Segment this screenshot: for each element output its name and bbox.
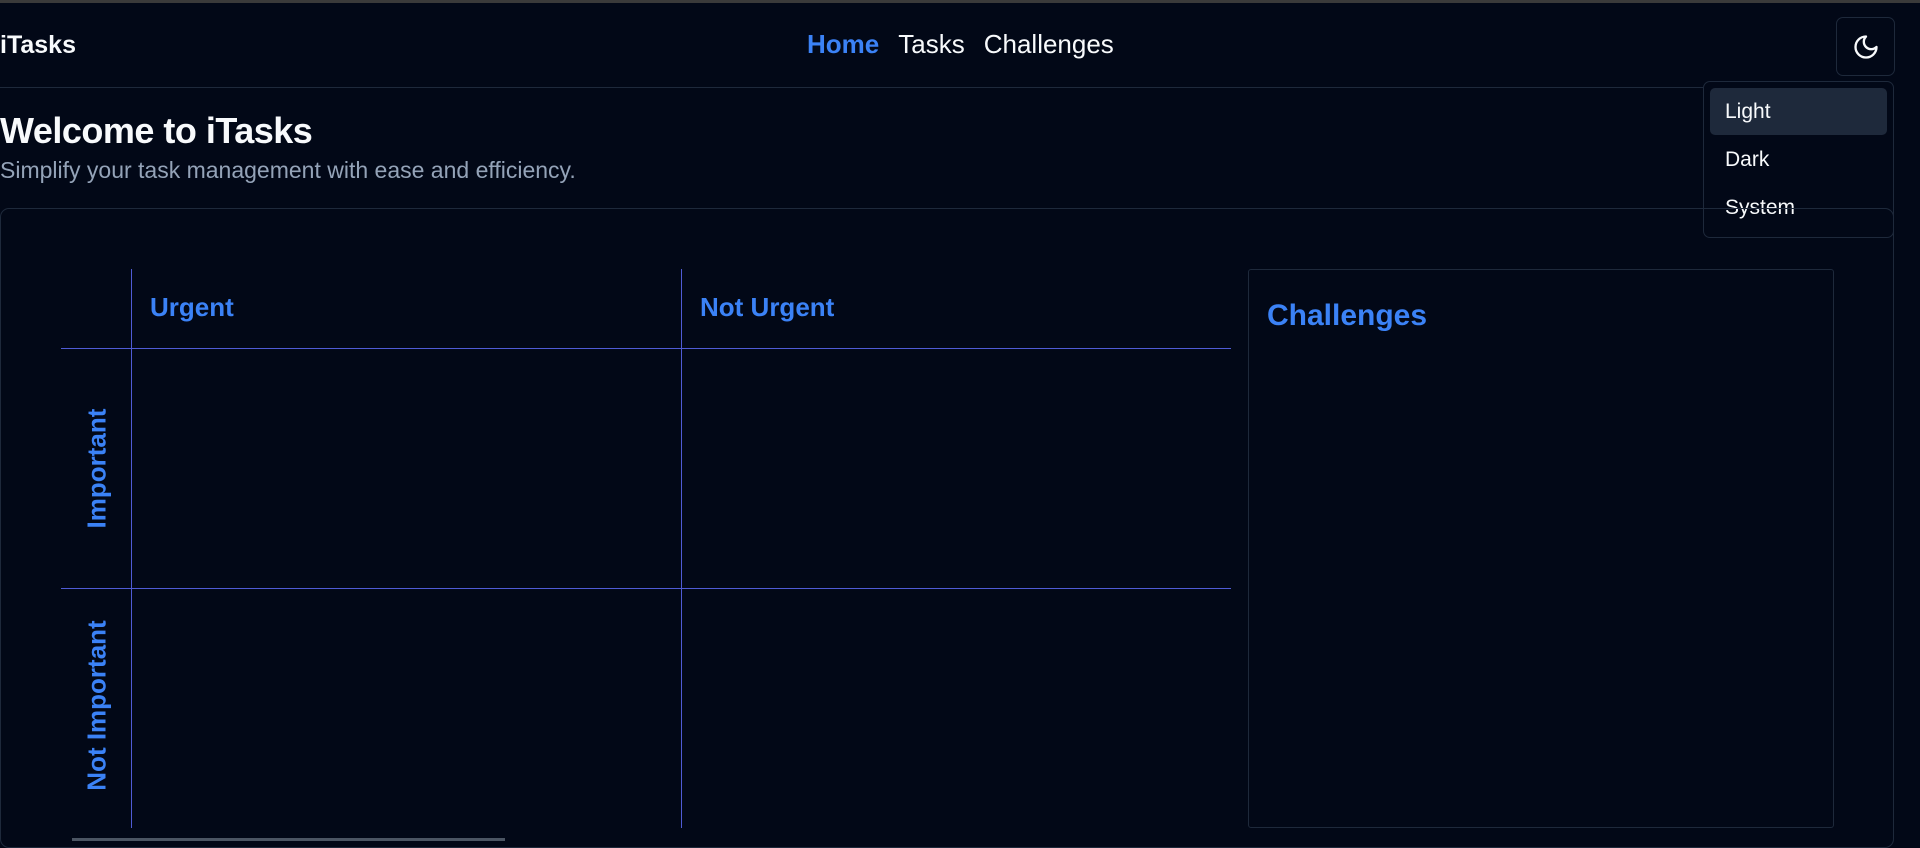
column-header-not-urgent: Not Urgent xyxy=(700,292,835,322)
row-header-important: Important xyxy=(81,408,112,529)
column-header-urgent: Urgent xyxy=(150,292,234,322)
page-title: Welcome to iTasks xyxy=(0,110,313,151)
nav-link-challenges[interactable]: Challenges xyxy=(984,29,1114,60)
quadrant-urgent-not-important[interactable] xyxy=(132,589,681,828)
nav-link-tasks[interactable]: Tasks xyxy=(898,29,964,60)
challenges-heading: Challenges xyxy=(1267,299,1428,332)
top-navbar: iTasks Home Tasks Challenges xyxy=(0,3,1895,88)
moon-icon xyxy=(1853,34,1878,59)
theme-toggle-button[interactable] xyxy=(1836,17,1895,76)
app-logo-text[interactable]: iTasks xyxy=(0,31,76,60)
theme-option-dark[interactable]: Dark xyxy=(1710,136,1887,183)
quadrant-not-urgent-important[interactable] xyxy=(682,349,1231,588)
quadrant-urgent-important[interactable] xyxy=(132,349,681,588)
row-header-not-important: Not Important xyxy=(81,620,112,791)
quadrant-not-urgent-not-important[interactable] xyxy=(682,589,1231,828)
page-subtitle: Simplify your task management with ease … xyxy=(0,157,576,183)
main-nav: Home Tasks Challenges xyxy=(807,29,1114,60)
challenges-panel: Challenges xyxy=(1248,269,1834,828)
theme-option-light[interactable]: Light xyxy=(1710,88,1887,135)
nav-link-home[interactable]: Home xyxy=(807,29,879,60)
